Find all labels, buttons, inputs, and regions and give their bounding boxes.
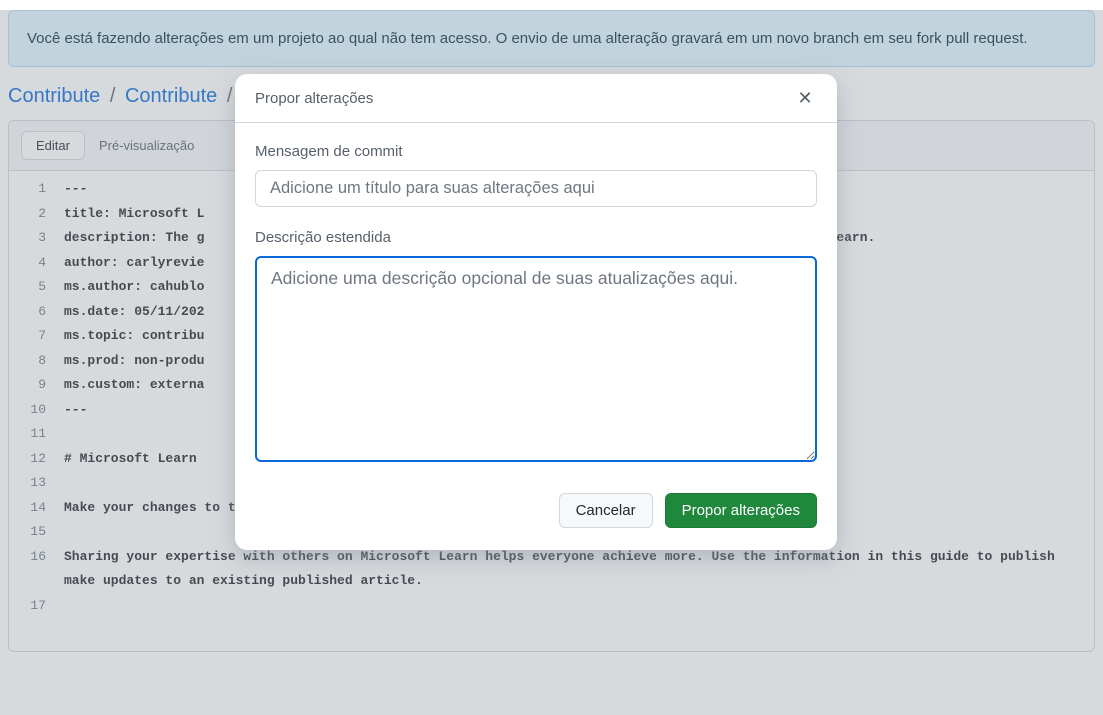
propose-changes-button[interactable]: Propor alterações bbox=[665, 493, 817, 528]
modal-body: Mensagem de commit Descrição estendida bbox=[235, 123, 837, 475]
extended-description-label: Descrição estendida bbox=[255, 229, 817, 246]
close-button[interactable]: ✕ bbox=[793, 86, 817, 110]
commit-message-input[interactable] bbox=[255, 170, 817, 207]
extended-description-textarea[interactable] bbox=[255, 256, 817, 462]
cancel-button[interactable]: Cancelar bbox=[559, 493, 653, 528]
commit-message-label: Mensagem de commit bbox=[255, 143, 817, 160]
modal-footer: Cancelar Propor alterações bbox=[235, 475, 837, 550]
propose-changes-modal: Propor alterações ✕ Mensagem de commit D… bbox=[235, 74, 837, 550]
close-icon: ✕ bbox=[797, 88, 812, 109]
modal-header: Propor alterações ✕ bbox=[235, 74, 837, 123]
modal-title: Propor alterações bbox=[255, 90, 373, 107]
